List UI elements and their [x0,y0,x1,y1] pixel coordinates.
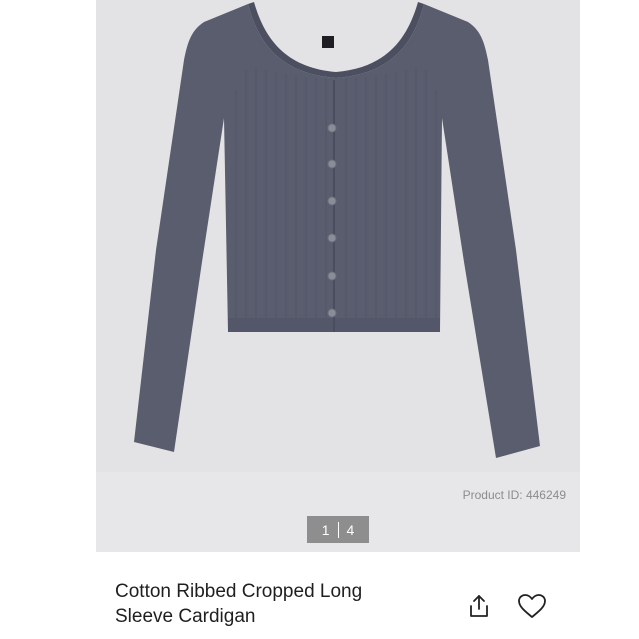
pager-current: 1 [321,521,330,538]
product-image[interactable] [96,0,580,472]
product-id: Product ID: 446249 [462,488,566,502]
pager-divider [337,521,339,538]
product-gallery[interactable]: Product ID: 446249 1 4 [96,0,580,552]
heart-icon[interactable] [516,590,548,622]
pager-total: 4 [346,521,355,538]
product-title: Cotton Ribbed Cropped Long Sleeve Cardig… [115,579,435,629]
product-title-line-1: Cotton Ribbed Cropped Long [115,581,363,602]
cardigan-illustration [134,2,540,458]
product-title-line-2: Sleeve Cardigan [115,606,256,627]
image-pager[interactable]: 1 4 [307,516,369,543]
share-icon[interactable] [463,590,495,622]
